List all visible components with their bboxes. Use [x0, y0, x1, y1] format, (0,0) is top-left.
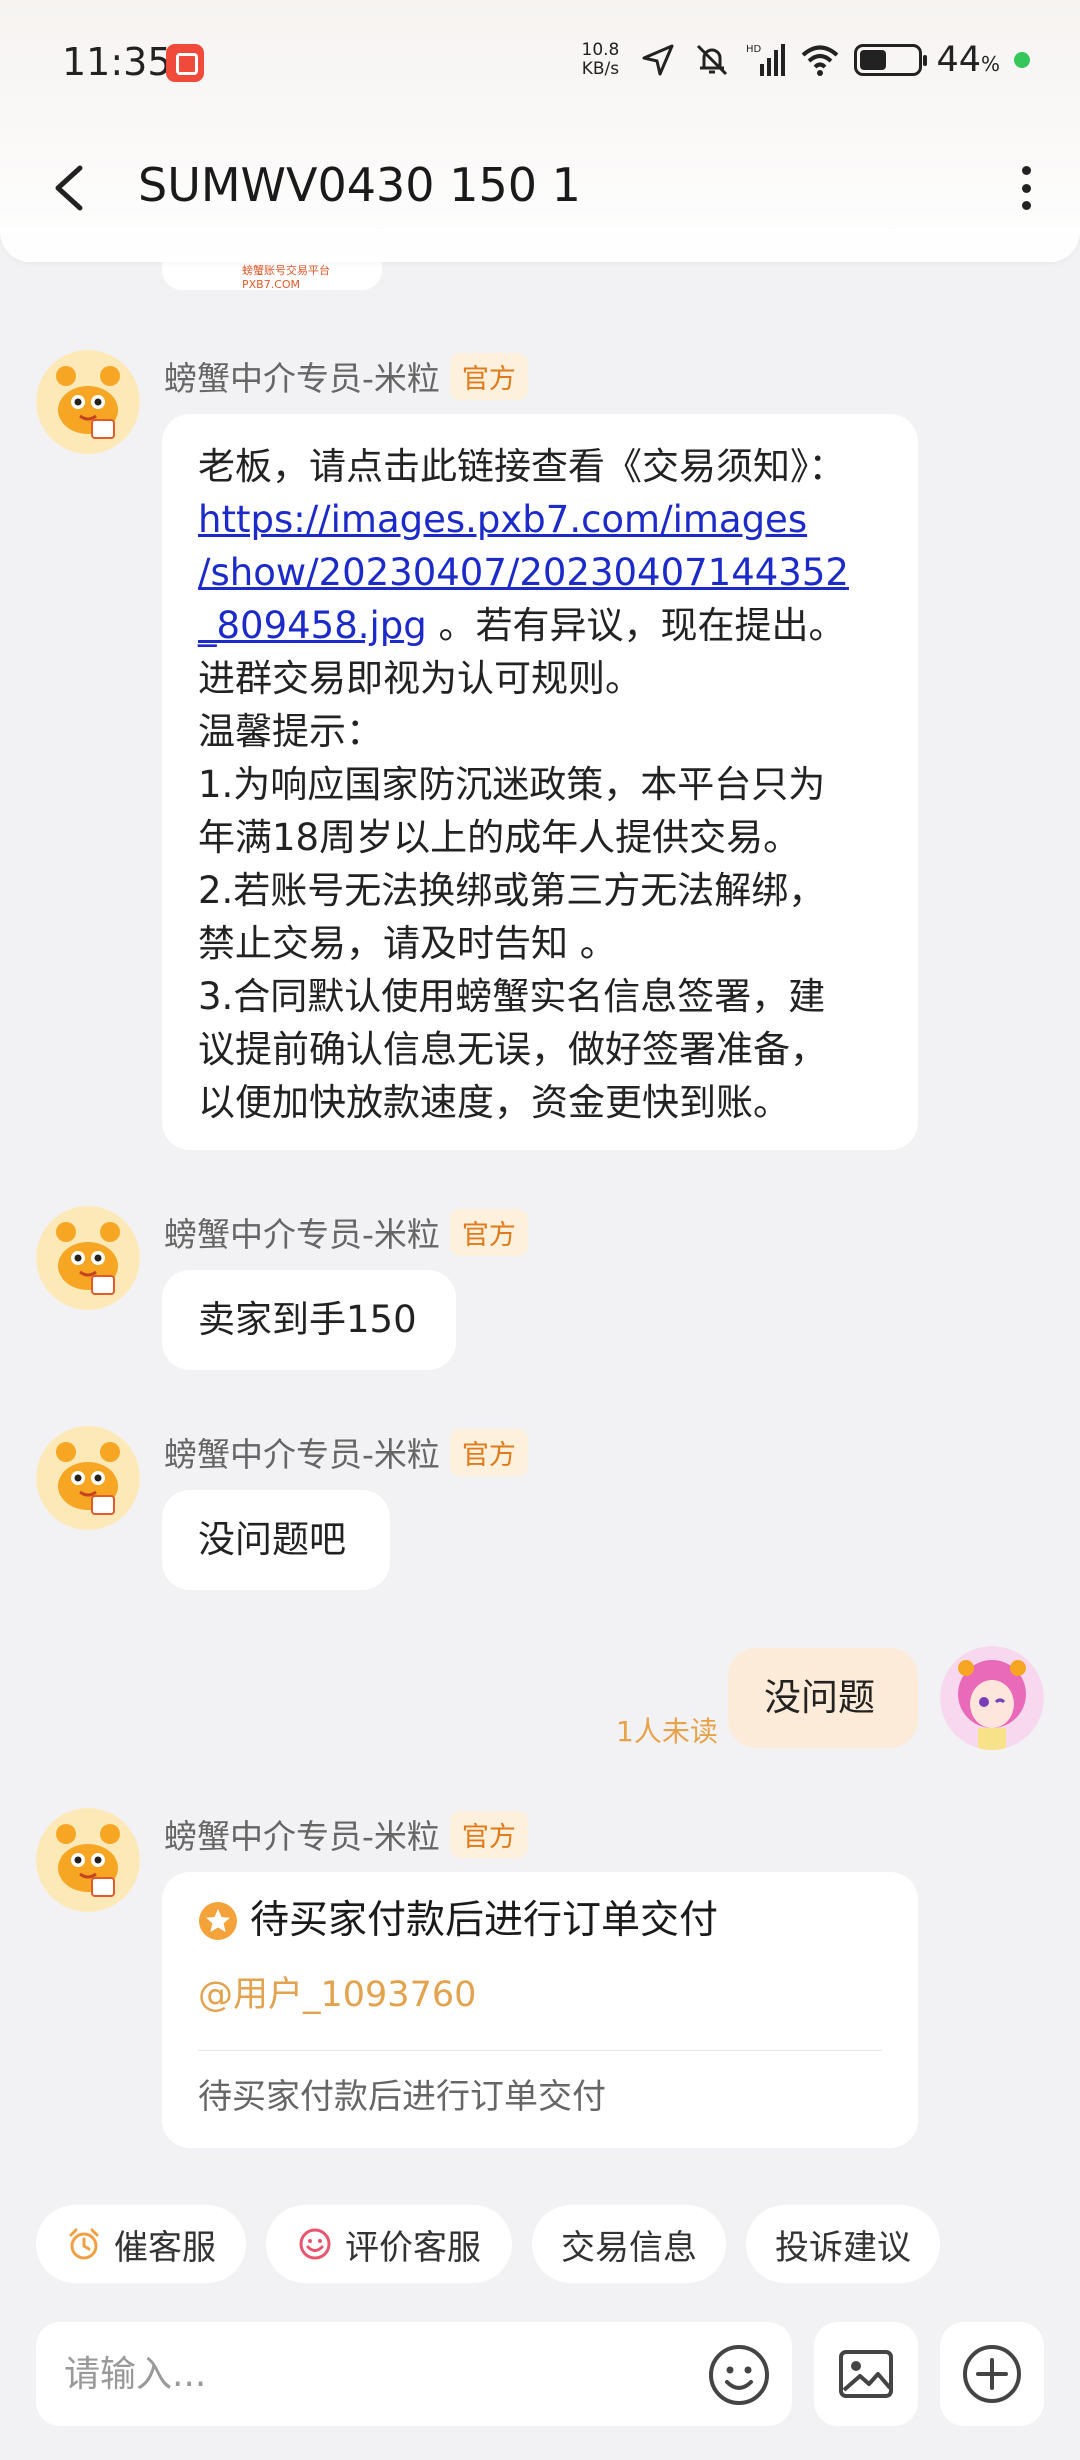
- battery-icon: [854, 44, 928, 76]
- unread-status: 1人未读: [616, 1715, 718, 1748]
- previous-card-logo: 螃蟹账号交易平台 PXB7.COM: [242, 264, 330, 291]
- image-icon: [839, 2350, 893, 2398]
- rules-link-end[interactable]: _809458.jpg: [198, 604, 427, 647]
- complaint-button[interactable]: 投诉建议: [746, 2205, 940, 2283]
- trade-info-button[interactable]: 交易信息: [532, 2205, 726, 2283]
- official-badge: 官方: [449, 1208, 528, 1256]
- chat-title: SUMWV0430 150 1: [138, 158, 581, 212]
- agent-avatar[interactable]: [36, 350, 140, 454]
- card-mention[interactable]: @用户_1093760: [198, 1969, 882, 2022]
- signal-icon: HD: [746, 44, 786, 76]
- message-input-box[interactable]: [36, 2322, 792, 2426]
- location-icon: [642, 44, 674, 76]
- rules-link-cont[interactable]: /show/20230407/20230407144352: [198, 551, 849, 594]
- mute-bell-icon: [697, 44, 728, 76]
- battery-percent: 44%: [936, 40, 1000, 80]
- agent-avatar[interactable]: [36, 1426, 140, 1530]
- card-divider: [198, 2050, 882, 2051]
- back-button[interactable]: [44, 160, 94, 216]
- agent-avatar[interactable]: [36, 1808, 140, 1912]
- wifi-icon: [802, 45, 839, 76]
- sender-line: 螃蟹中介专员-米粒 官方: [164, 1810, 528, 1858]
- more-menu-button[interactable]: [1006, 160, 1046, 216]
- sender-line: 螃蟹中介专员-米粒 官方: [164, 1428, 528, 1476]
- privacy-indicator-dot: [1014, 52, 1030, 68]
- card-title: 待买家付款后进行订单交付: [250, 1898, 719, 1943]
- sender-name: 螃蟹中介专员-米粒: [164, 1435, 440, 1474]
- sender-name: 螃蟹中介专员-米粒: [164, 1215, 440, 1254]
- sender-name: 螃蟹中介专员-米粒: [164, 1817, 440, 1856]
- star-badge-icon: [199, 1901, 237, 1940]
- add-button[interactable]: [940, 2322, 1044, 2426]
- status-time: 11:35: [62, 40, 172, 84]
- agent-avatar[interactable]: [36, 1206, 140, 1310]
- message-bubble: 卖家到手150: [162, 1270, 456, 1370]
- my-message-bubble: 没问题: [728, 1648, 918, 1748]
- rate-service-button[interactable]: 评价客服: [266, 2205, 512, 2283]
- sender-name: 螃蟹中介专员-米粒: [164, 359, 440, 398]
- smiley-icon: [299, 2228, 331, 2260]
- rules-link[interactable]: https://images.pxb7.com/images: [198, 498, 807, 541]
- status-icons: 10.8 KB/s HD 44%: [576, 40, 1030, 80]
- alarm-clock-icon: [69, 2228, 99, 2260]
- sender-line: 螃蟹中介专员-米粒 官方: [164, 1208, 528, 1256]
- message-bubble: 老板，请点击此链接查看《交易须知》： https://images.pxb7.c…: [162, 414, 918, 1150]
- plus-circle-icon: [963, 2345, 1021, 2403]
- emoji-button[interactable]: [706, 2342, 772, 2408]
- card-description: 待买家付款后进行订单交付: [198, 2077, 606, 2117]
- official-badge: 官方: [449, 1428, 528, 1476]
- order-status-card[interactable]: 待买家付款后进行订单交付 @用户_1093760 待买家付款后进行订单交付: [162, 1872, 918, 2148]
- official-badge: 官方: [449, 1810, 528, 1858]
- svg-text:HD: HD: [746, 44, 762, 55]
- urge-service-button[interactable]: 催客服: [36, 2205, 246, 2283]
- sender-line: 螃蟹中介专员-米粒 官方: [164, 352, 528, 400]
- official-badge: 官方: [449, 352, 528, 400]
- message-input[interactable]: [64, 2348, 664, 2400]
- image-button[interactable]: [814, 2322, 918, 2426]
- net-speed: 10.8 KB/s: [581, 40, 620, 79]
- app-notification-icon: [166, 44, 204, 82]
- top-bar: 11:35 10.8 KB/s HD 44% SUMWV0430 150 1: [0, 0, 1080, 262]
- card-title-row: 待买家付款后进行订单交付: [198, 1894, 882, 1947]
- my-avatar[interactable]: [940, 1646, 1044, 1750]
- message-bubble: 没问题吧: [162, 1490, 390, 1590]
